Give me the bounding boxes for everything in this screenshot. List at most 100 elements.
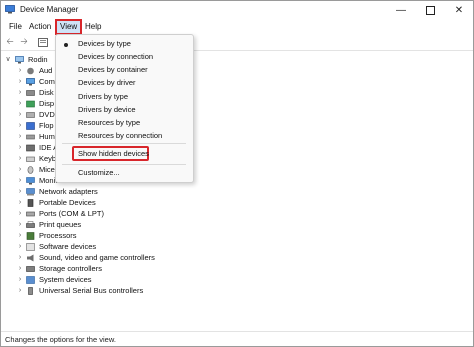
chevron-right-icon[interactable]: › — [17, 98, 23, 109]
tree-item-label: Sound, video and game controllers — [39, 253, 155, 262]
menu-separator — [62, 164, 186, 165]
tree-item-label: Software devices — [39, 242, 97, 251]
menu-help[interactable]: Help — [82, 21, 104, 33]
chevron-right-icon[interactable]: › — [17, 241, 23, 252]
tree-item-label: Mice — [39, 165, 55, 174]
chevron-right-icon[interactable]: › — [17, 219, 23, 230]
hid-icon — [26, 134, 35, 140]
mouse-icon — [27, 166, 34, 174]
chevron-right-icon[interactable]: › — [17, 285, 23, 296]
monitor-icon — [26, 177, 35, 185]
chevron-right-icon[interactable]: › — [17, 230, 23, 241]
status-bar: Changes the options for the view. — [1, 331, 473, 346]
tree-item-label: Aud — [39, 66, 53, 75]
checked-bullet-icon — [64, 43, 68, 47]
display-adapter-icon — [26, 100, 35, 108]
storage-controller-icon — [26, 266, 35, 272]
software-device-icon — [26, 243, 35, 251]
tree-item-label: Keyb — [39, 154, 57, 163]
tree-item-label: Disp — [39, 99, 55, 108]
tree-item-label: Disk — [39, 88, 54, 97]
menu-item-devices-by-container[interactable]: Devices by container — [78, 64, 148, 75]
tree-item-label: Network adapters — [39, 187, 98, 196]
chevron-right-icon[interactable]: › — [17, 153, 23, 164]
chevron-right-icon[interactable]: › — [17, 252, 23, 263]
tree-item-label: System devices — [39, 275, 92, 284]
menu-action[interactable]: Action — [26, 21, 54, 33]
properties-button[interactable] — [37, 36, 49, 48]
tree-item-label: Flop — [39, 121, 54, 130]
title-bar: Device Manager — ✕ — [1, 1, 473, 19]
forward-button[interactable]: 🡢 — [18, 36, 30, 48]
close-button[interactable]: ✕ — [445, 1, 473, 19]
menu-item-devices-by-type[interactable]: Devices by type — [78, 38, 131, 49]
chevron-right-icon[interactable]: › — [17, 164, 23, 175]
chevron-right-icon[interactable]: › — [17, 186, 23, 197]
maximize-icon — [425, 5, 435, 15]
device-manager-icon — [5, 5, 15, 14]
menu-item-devices-by-driver[interactable]: Devices by driver — [78, 77, 136, 88]
usb-icon — [28, 287, 33, 295]
speaker-icon — [27, 254, 34, 262]
tree-item-label: Hum — [39, 132, 55, 141]
status-text: Changes the options for the view. — [5, 335, 116, 344]
menu-item-drivers-by-device[interactable]: Drivers by device — [78, 104, 136, 115]
chevron-right-icon[interactable]: › — [17, 197, 23, 208]
arrow-left-icon: 🡠 — [6, 36, 14, 46]
ide-controller-icon — [26, 144, 35, 152]
close-icon: ✕ — [454, 4, 464, 16]
chevron-right-icon[interactable]: › — [17, 175, 23, 186]
tree-item-label: Portable Devices — [39, 198, 96, 207]
tree-item-label: DVD — [39, 110, 55, 119]
maximize-button[interactable] — [416, 1, 444, 19]
printer-icon — [26, 221, 35, 228]
network-adapter-icon — [26, 188, 35, 196]
floppy-icon — [26, 122, 35, 130]
menu-item-devices-by-connection[interactable]: Devices by connection — [78, 51, 153, 62]
tree-item-label: Processors — [39, 231, 77, 240]
tree-item-label: Print queues — [39, 220, 82, 229]
audio-icon — [27, 67, 34, 75]
chevron-down-icon[interactable]: ∨ — [5, 54, 11, 65]
minimize-button[interactable]: — — [387, 1, 415, 19]
chevron-right-icon[interactable]: › — [17, 208, 23, 219]
port-icon — [26, 211, 35, 217]
properties-icon — [38, 37, 48, 47]
keyboard-icon — [26, 156, 35, 162]
dvd-drive-icon — [26, 112, 35, 118]
tree-item-label: Universal Serial Bus controllers — [39, 286, 144, 295]
chevron-right-icon[interactable]: › — [17, 65, 23, 76]
menu-file[interactable]: File — [6, 21, 25, 33]
menu-item-resources-by-type[interactable]: Resources by type — [78, 117, 140, 128]
chevron-right-icon[interactable]: › — [17, 131, 23, 142]
window-title: Device Manager — [20, 5, 79, 14]
portable-device-icon — [27, 199, 34, 207]
chevron-right-icon[interactable]: › — [17, 76, 23, 87]
computer-icon — [15, 56, 24, 64]
menu-item-drivers-by-type[interactable]: Drivers by type — [78, 91, 128, 102]
system-device-icon — [26, 276, 35, 284]
device-manager-window: Device Manager — ✕ File Action View Help… — [0, 0, 474, 347]
tree-item-label: Com — [39, 77, 55, 86]
chevron-right-icon[interactable]: › — [17, 87, 23, 98]
chevron-right-icon[interactable]: › — [17, 109, 23, 120]
chevron-right-icon[interactable]: › — [17, 142, 23, 153]
menu-bar: File Action View Help — [1, 19, 473, 35]
menu-separator — [62, 143, 186, 144]
disk-drive-icon — [26, 90, 35, 96]
menu-view[interactable]: View — [55, 19, 83, 35]
tree-item-label: Storage controllers — [39, 264, 102, 273]
minimize-icon: — — [396, 4, 406, 16]
menu-item-customize[interactable]: Customize... — [78, 167, 120, 178]
menu-item-show-hidden-devices[interactable]: Show hidden devices — [78, 148, 149, 159]
chevron-right-icon[interactable]: › — [17, 263, 23, 274]
chevron-right-icon[interactable]: › — [17, 274, 23, 285]
arrow-right-icon: 🡢 — [20, 36, 28, 46]
processor-icon — [26, 232, 35, 240]
chevron-right-icon[interactable]: › — [17, 120, 23, 131]
tree-root-label: Rodin — [28, 55, 48, 64]
tree-item-label: Ports (COM & LPT) — [39, 209, 105, 218]
view-menu-dropdown: Devices by type Devices by connection De… — [55, 34, 194, 183]
menu-item-resources-by-connection[interactable]: Resources by connection — [78, 130, 162, 141]
back-button[interactable]: 🡠 — [4, 36, 16, 48]
